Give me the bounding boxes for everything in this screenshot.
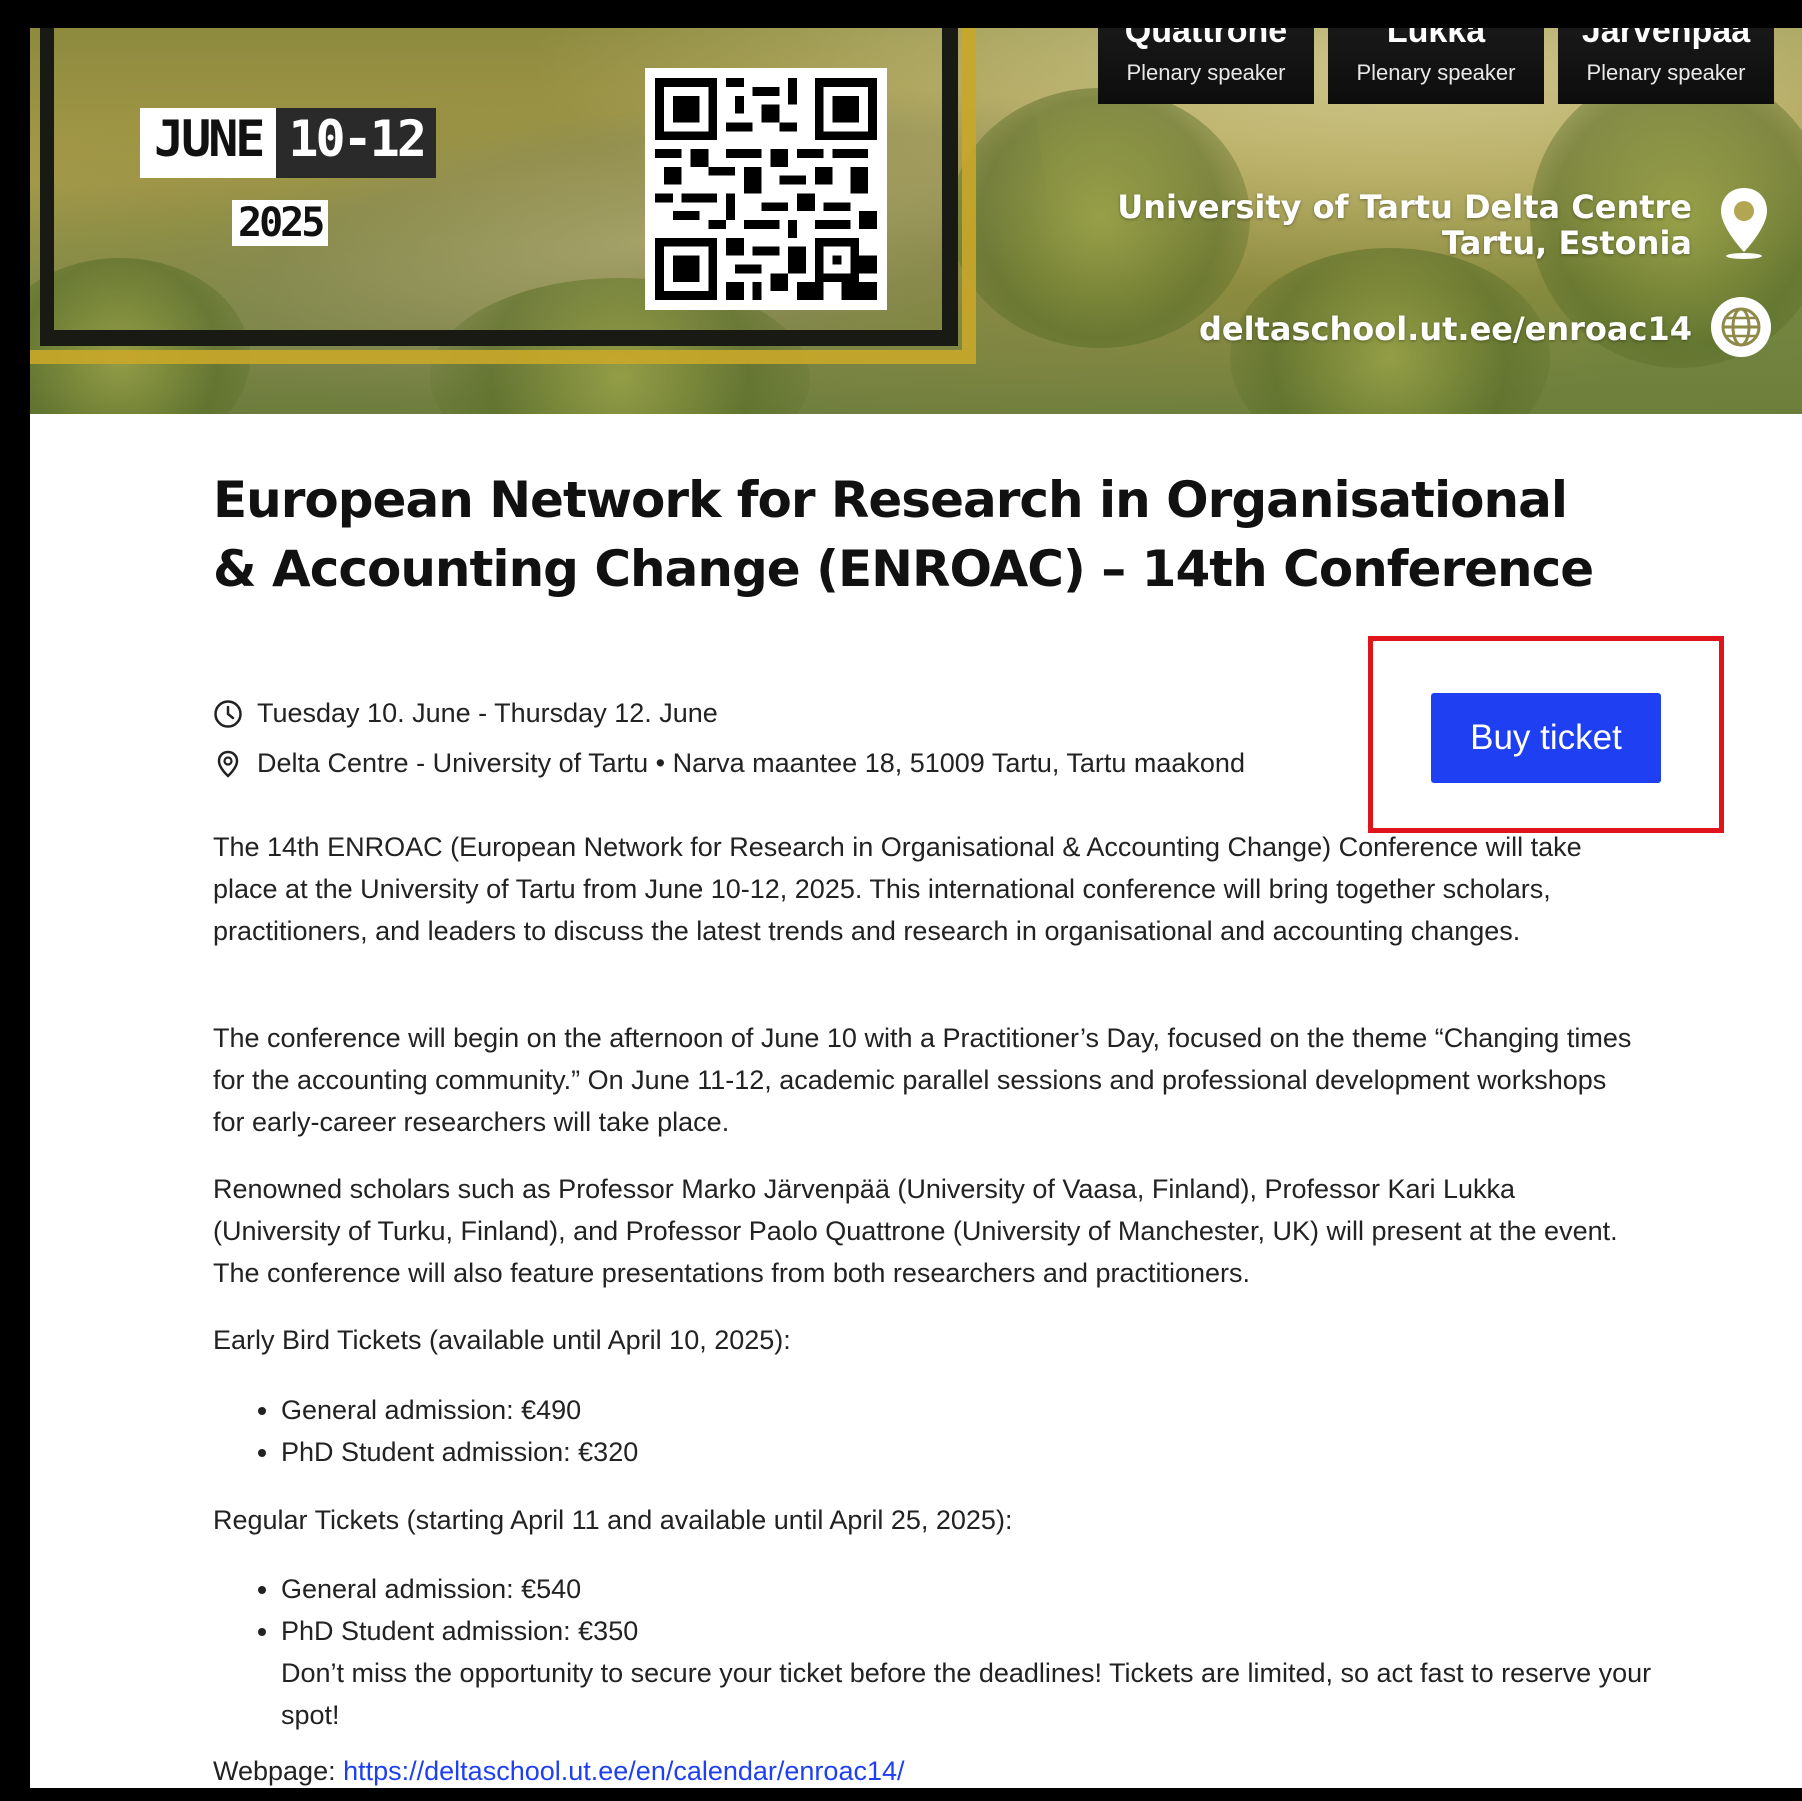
list-item-text: PhD Student admission: €350 bbox=[281, 1616, 639, 1646]
description-paragraph: Renowned scholars such as Professor Mark… bbox=[213, 1174, 1618, 1288]
location-pin-icon bbox=[1718, 186, 1770, 264]
clock-icon bbox=[213, 699, 243, 729]
qr-code bbox=[645, 68, 887, 310]
globe-icon bbox=[1710, 296, 1772, 362]
regular-list: General admission: €540 PhD Student admi… bbox=[213, 1568, 1681, 1736]
list-item: PhD Student admission: €320 bbox=[281, 1431, 1681, 1473]
speaker-role: Plenary speaker bbox=[1586, 60, 1746, 85]
banner-website[interactable]: deltaschool.ut.ee/enroac14 bbox=[1199, 310, 1692, 348]
webpage-link[interactable]: https://deltaschool.ut.ee/en/calendar/en… bbox=[343, 1756, 904, 1786]
early-bird-list: General admission: €490 PhD Student admi… bbox=[213, 1389, 1681, 1473]
location-pin-icon bbox=[213, 749, 243, 779]
webpage-row: Webpage: https://deltaschool.ut.ee/en/ca… bbox=[213, 1750, 1643, 1788]
speaker-name: Jarvenpaa bbox=[1581, 28, 1751, 50]
list-item: PhD Student admission: €350 Don’t miss t… bbox=[281, 1610, 1681, 1736]
speaker-card[interactable]: Jarvenpaa Plenary speaker bbox=[1558, 28, 1774, 104]
event-location-row: Delta Centre - University of Tartu • Nar… bbox=[213, 748, 1245, 779]
date-days: 10-12 bbox=[276, 108, 436, 178]
webpage-label: Webpage: bbox=[213, 1756, 344, 1786]
description-paragraph: The 14th ENROAC (European Network for Re… bbox=[213, 832, 1582, 946]
page-title: European Network for Research in Organis… bbox=[213, 471, 1594, 598]
event-date-range: Tuesday 10. June - Thursday 12. June bbox=[257, 698, 718, 728]
event-location[interactable]: Delta Centre - University of Tartu • Nar… bbox=[257, 748, 1245, 779]
venue-name: University of Tartu Delta Centre bbox=[1117, 188, 1692, 226]
browser-viewport: JUNE 10-12 2025 Quattrone Plenary speake… bbox=[30, 28, 1802, 1788]
date-badge: JUNE 10-12 bbox=[140, 108, 436, 178]
speaker-card[interactable]: Quattrone Plenary speaker bbox=[1098, 28, 1314, 104]
list-item: General admission: €540 bbox=[281, 1568, 1681, 1610]
date-year: 2025 bbox=[232, 200, 329, 246]
speaker-role: Plenary speaker bbox=[1356, 60, 1516, 85]
date-month: JUNE bbox=[140, 108, 277, 178]
event-banner: JUNE 10-12 2025 Quattrone Plenary speake… bbox=[30, 28, 1802, 414]
speaker-name: Quattrone bbox=[1124, 28, 1288, 50]
speaker-name: Lukka bbox=[1386, 28, 1486, 50]
regular-heading: Regular Tickets (starting April 11 and a… bbox=[213, 1505, 1013, 1535]
list-item: General admission: €490 bbox=[281, 1389, 1681, 1431]
buy-ticket-button[interactable]: Buy ticket bbox=[1431, 693, 1661, 783]
venue-city: Tartu, Estonia bbox=[1442, 224, 1692, 262]
ticket-note: Don’t miss the opportunity to secure you… bbox=[281, 1658, 1652, 1730]
description-paragraph: The conference will begin on the afterno… bbox=[213, 1023, 1632, 1137]
event-date-row: Tuesday 10. June - Thursday 12. June bbox=[213, 698, 718, 729]
speaker-card[interactable]: Lukka Plenary speaker bbox=[1328, 28, 1544, 104]
early-bird-heading: Early Bird Tickets (available until Apri… bbox=[213, 1325, 791, 1355]
speaker-role: Plenary speaker bbox=[1126, 60, 1286, 85]
